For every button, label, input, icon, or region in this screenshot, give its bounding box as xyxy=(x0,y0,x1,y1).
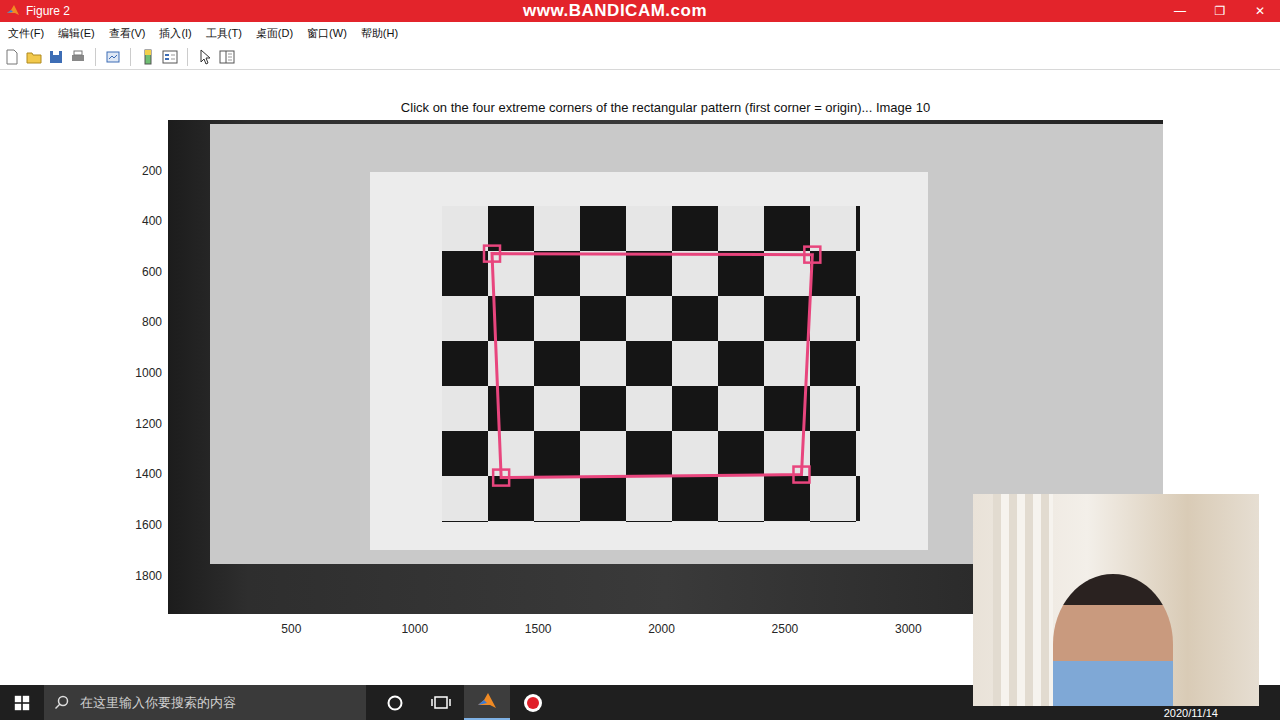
window-control[interactable]: ❐ xyxy=(1200,4,1240,18)
y-tick-label: 1400 xyxy=(135,467,162,481)
y-tick-label: 200 xyxy=(142,164,162,178)
link-figure-icon[interactable] xyxy=(105,49,121,65)
y-tick-label: 1800 xyxy=(135,569,162,583)
y-tick-label: 1000 xyxy=(135,366,162,380)
window-control[interactable]: ✕ xyxy=(1240,4,1280,18)
toolbar xyxy=(0,44,1280,70)
matlab-icon xyxy=(476,691,498,713)
clock-date: 2020/11/14 xyxy=(1164,707,1218,719)
open-folder-icon[interactable] xyxy=(26,49,42,65)
legend-icon[interactable] xyxy=(162,49,178,65)
y-tick-label: 600 xyxy=(142,265,162,279)
colorbar-icon[interactable] xyxy=(140,49,156,65)
matlab-icon xyxy=(6,4,20,18)
menu-item[interactable]: 编辑(E) xyxy=(58,26,95,41)
menu-item[interactable]: 插入(I) xyxy=(159,26,191,41)
menu-bar: 文件(F) 编辑(E) 查看(V) 插入(I) 工具(T) 桌面(D) 窗口(W) 帮助(H) xyxy=(0,22,1280,44)
x-tick-label: 2500 xyxy=(772,622,799,636)
record-icon xyxy=(522,692,544,714)
cortana-icon xyxy=(386,694,404,712)
x-tick-label: 2000 xyxy=(648,622,675,636)
watermark: www.BANDICAM.com xyxy=(70,1,1160,21)
corner-marker[interactable] xyxy=(484,246,500,262)
menu-item[interactable]: 窗口(W) xyxy=(307,26,347,41)
window-title: Figure 2 xyxy=(26,4,70,18)
webcam-video xyxy=(973,494,1259,706)
x-tick-label: 3000 xyxy=(895,622,922,636)
y-tick-label: 1600 xyxy=(135,518,162,532)
task-view-icon xyxy=(431,694,451,712)
corner-marker[interactable] xyxy=(804,247,820,263)
menu-item[interactable]: 工具(T) xyxy=(206,26,242,41)
taskbar-app[interactable] xyxy=(372,685,418,720)
plot-title: Click on the four extreme corners of the… xyxy=(168,100,1163,116)
menu-item[interactable]: 帮助(H) xyxy=(361,26,398,41)
taskbar-app[interactable] xyxy=(464,685,510,720)
taskbar-app[interactable] xyxy=(510,685,556,720)
menu-item[interactable]: 文件(F) xyxy=(8,26,44,41)
selection-outline xyxy=(492,254,812,478)
save-icon[interactable] xyxy=(48,49,64,65)
pointer-icon[interactable] xyxy=(197,49,213,65)
print-icon[interactable] xyxy=(70,49,86,65)
menu-item[interactable]: 查看(V) xyxy=(109,26,146,41)
y-tick-label: 400 xyxy=(142,214,162,228)
x-tick-label: 1500 xyxy=(525,622,552,636)
y-tick-label: 800 xyxy=(142,315,162,329)
corner-marker[interactable] xyxy=(793,467,809,483)
new-file-icon[interactable] xyxy=(4,49,20,65)
windows-start-icon[interactable] xyxy=(14,695,30,711)
menu-item[interactable]: 桌面(D) xyxy=(256,26,293,41)
search-icon xyxy=(54,695,70,711)
screen: Figure 2www.BANDICAM.com—❐✕ 文件(F) 编辑(E) 查看(… xyxy=(0,0,1280,720)
window-control[interactable]: — xyxy=(1160,4,1200,18)
search-box[interactable]: 在这里输入你要搜索的内容 xyxy=(44,685,366,720)
y-tick-label: 1200 xyxy=(135,417,162,431)
title-bar: Figure 2www.BANDICAM.com—❐✕ xyxy=(0,0,1280,22)
taskbar-app[interactable] xyxy=(418,685,464,720)
search-placeholder: 在这里输入你要搜索的内容 xyxy=(80,694,236,712)
property-editor-icon[interactable] xyxy=(219,49,235,65)
x-tick-label: 500 xyxy=(281,622,301,636)
x-tick-label: 1000 xyxy=(401,622,428,636)
corner-marker[interactable] xyxy=(493,470,509,486)
